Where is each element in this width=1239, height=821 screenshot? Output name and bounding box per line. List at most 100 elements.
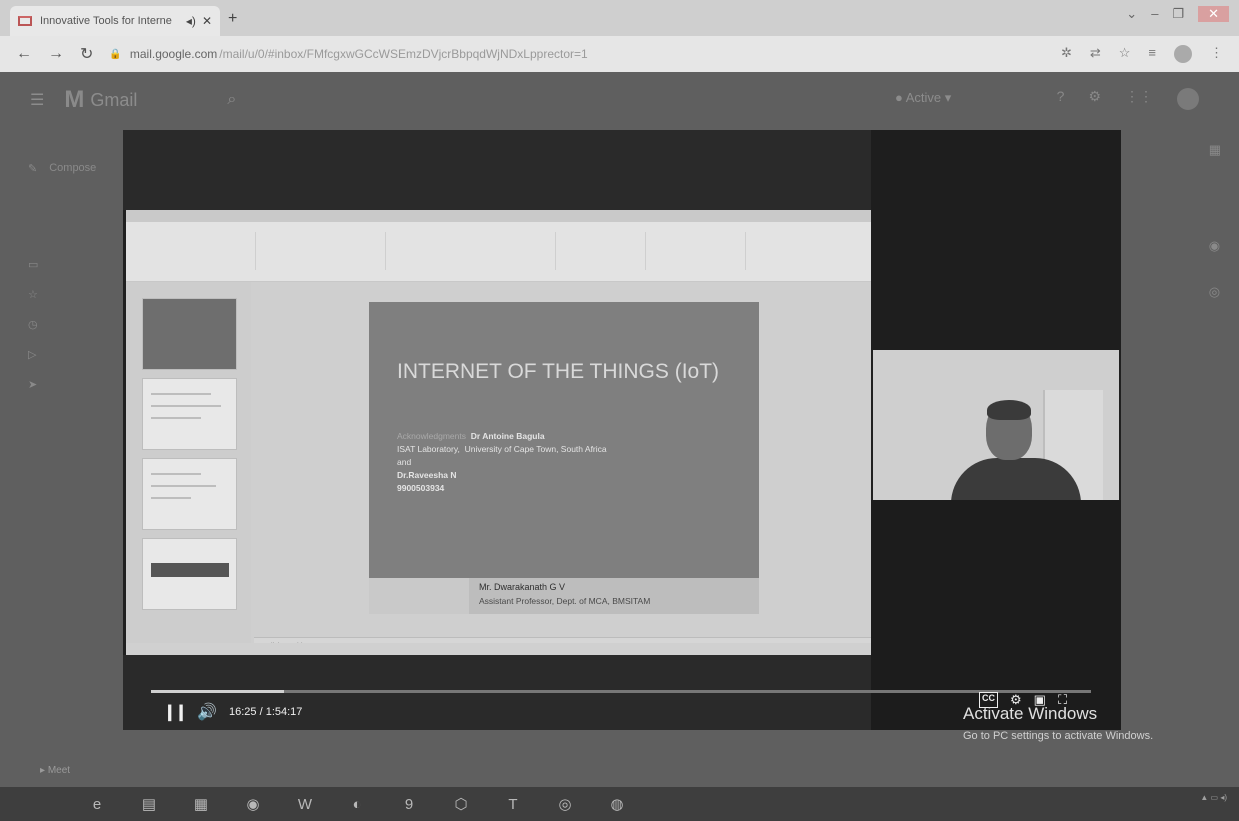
lock-icon: 🔒: [109, 48, 122, 60]
window-controls: ⌄ – ❐ ✕: [1126, 6, 1229, 22]
translate-icon[interactable]: ⇄: [1090, 45, 1101, 63]
word-icon[interactable]: W: [294, 793, 316, 815]
file-explorer-icon[interactable]: ▤: [138, 793, 160, 815]
store-icon[interactable]: ▦: [190, 793, 212, 815]
presenter-name: Mr. Dwarakanath G V: [479, 582, 566, 592]
reading-list-icon[interactable]: ≡: [1148, 45, 1156, 63]
app-icon[interactable]: 9: [398, 793, 420, 815]
slide-body: Acknowledgments Dr Antoine Bagula ISAT L…: [397, 430, 607, 495]
camera-panel-top: [871, 130, 1121, 350]
slide-title: INTERNET OF THE THINGS (IoT): [397, 360, 720, 383]
second-name: Dr.Raveesha N: [397, 470, 457, 480]
compose-button[interactable]: ✎ Compose: [28, 162, 96, 175]
pause-button[interactable]: ❙❙: [163, 702, 188, 722]
speaker-icon[interactable]: ◂): [186, 14, 196, 28]
more-menu-icon[interactable]: ⋮: [1210, 45, 1223, 63]
sidebar-item[interactable]: ◷: [28, 318, 38, 331]
ribbon-group: [646, 232, 746, 270]
watermark-subtitle: Go to PC settings to activate Windows.: [963, 730, 1154, 742]
status-selector[interactable]: ● Active ▾: [895, 90, 951, 106]
menu-icon[interactable]: ☰: [30, 90, 44, 110]
close-tab-icon[interactable]: ✕: [202, 14, 212, 28]
tray-icons[interactable]: ▲ ▭ ◂): [1200, 792, 1227, 803]
extension-icon[interactable]: ✲: [1061, 45, 1072, 63]
ack-name: Dr Antoine Bagula: [470, 431, 545, 441]
ppt-statusbar: [126, 643, 871, 655]
close-window-icon[interactable]: ✕: [1198, 6, 1229, 22]
lab-text: ISAT Laboratory,: [397, 444, 460, 454]
browser-tab-gmail[interactable]: Innovative Tools for Interne ◂) ✕: [10, 6, 220, 36]
gmail-meet-section[interactable]: ▸ Meet: [40, 765, 70, 776]
slide-thumbnail[interactable]: [142, 378, 237, 450]
ack-line: Acknowledgments Dr Antoine Bagula: [397, 430, 607, 443]
presenter-hair: [987, 400, 1031, 420]
chevron-down-icon[interactable]: ⌄: [1126, 6, 1137, 22]
slide-thumbnail[interactable]: [142, 458, 237, 530]
profile-avatar[interactable]: [1174, 45, 1192, 63]
screen: Innovative Tools for Interne ◂) ✕ + ⌄ – …: [0, 0, 1239, 821]
clock-icon: ◷: [28, 319, 38, 331]
search-icon[interactable]: ⌕: [227, 91, 236, 109]
support-icon[interactable]: ?: [1057, 88, 1065, 110]
status-label: Active: [905, 90, 942, 105]
slide-thumbnail[interactable]: [142, 298, 237, 370]
windows-start-icon[interactable]: [38, 795, 56, 813]
tasks-icon[interactable]: ◎: [1209, 284, 1221, 300]
ribbon-group: [186, 232, 256, 270]
browser-icon[interactable]: ◍: [606, 793, 628, 815]
lab-line: ISAT Laboratory, University of Cape Town…: [397, 443, 607, 456]
shield-icon[interactable]: ⬡: [450, 793, 472, 815]
edge-icon[interactable]: ◐: [346, 793, 368, 815]
thumb-line: [151, 393, 211, 395]
windows-taskbar: e ▤ ▦ ◉ W ◐ 9 ⬡ T ◎ ◍: [0, 787, 1239, 821]
address-bar: ← → ↻ 🔒 mail.google.com /mail/u/0/#inbox…: [0, 36, 1239, 72]
ppt-ribbon: [126, 222, 871, 282]
thumb-line: [151, 497, 191, 499]
sidebar-item[interactable]: ▷: [28, 348, 36, 361]
gmail-favicon-icon: [18, 16, 32, 26]
footer-logo-area: [369, 578, 469, 614]
sidebar-item[interactable]: ▭: [28, 258, 38, 271]
volume-icon[interactable]: 🔊: [197, 702, 217, 722]
important-icon: ▷: [28, 349, 37, 361]
progress-fill: [151, 690, 285, 693]
progress-bar[interactable]: [151, 690, 1091, 693]
firefox-icon[interactable]: ◉: [242, 793, 264, 815]
star-icon[interactable]: ☆: [1119, 45, 1131, 63]
calendar-icon[interactable]: ▦: [1209, 142, 1221, 158]
gmail-logo-icon: M: [64, 86, 85, 113]
apps-grid-icon[interactable]: ⋮⋮: [1125, 88, 1153, 110]
presenter-camera: [873, 350, 1119, 500]
forward-icon[interactable]: →: [48, 45, 64, 63]
restore-icon[interactable]: ❐: [1172, 6, 1184, 22]
and-text: and: [397, 457, 412, 467]
ribbon-group: [386, 232, 556, 270]
pencil-icon: ✎: [28, 163, 38, 175]
video-player[interactable]: INTERNET OF THE THINGS (IoT) Acknowledgm…: [123, 130, 1121, 730]
ack-label: Acknowledgments: [397, 431, 466, 441]
activate-windows-watermark: Activate Windows Go to PC settings to ac…: [963, 704, 1153, 742]
keep-icon[interactable]: ◉: [1209, 238, 1221, 254]
internet-explorer-icon[interactable]: e: [86, 793, 108, 815]
time-display: 16:25 / 1:54:17: [229, 706, 303, 718]
star-icon: ☆: [28, 289, 38, 301]
url-field[interactable]: 🔒 mail.google.com /mail/u/0/#inbox/FMfcg…: [109, 47, 1061, 61]
slide-thumbnail[interactable]: [142, 538, 237, 610]
gmail-header: ☰ M Gmail ⌕: [0, 72, 1239, 128]
send-icon: ➤: [28, 379, 38, 391]
presenter-title: Assistant Professor, Dept. of MCA, BMSIT…: [479, 596, 651, 606]
new-tab-icon[interactable]: +: [228, 10, 237, 28]
sidebar-item[interactable]: ☆: [28, 288, 38, 301]
ppt-titlebar: [126, 210, 871, 222]
slide-thumbnails: [126, 282, 251, 655]
sidebar-item[interactable]: ➤: [28, 378, 37, 391]
back-icon[interactable]: ←: [16, 45, 32, 63]
settings-icon[interactable]: ⚙: [1088, 88, 1101, 110]
ribbon-group: [556, 232, 646, 270]
reload-icon[interactable]: ↻: [80, 44, 93, 64]
minimize-icon[interactable]: –: [1151, 6, 1158, 22]
teams-icon[interactable]: T: [502, 793, 524, 815]
inbox-icon: ▭: [28, 259, 39, 271]
gmail-avatar[interactable]: [1177, 88, 1199, 110]
chrome-icon[interactable]: ◎: [554, 793, 576, 815]
